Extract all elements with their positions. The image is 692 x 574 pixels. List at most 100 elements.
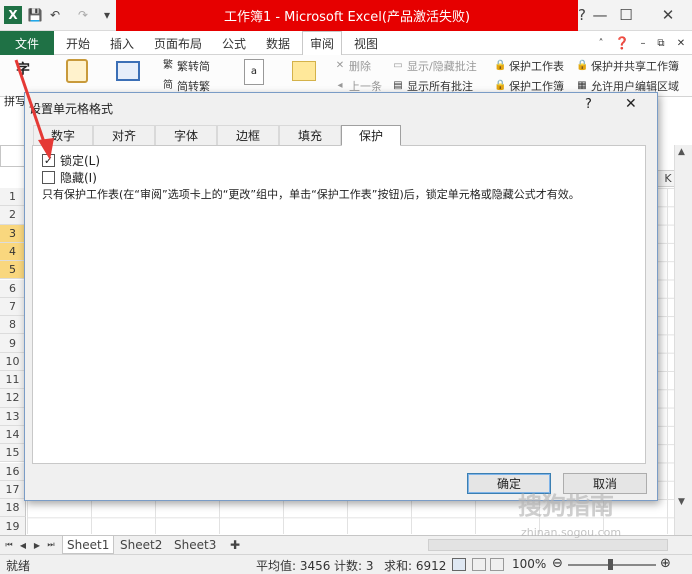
page-break-view-icon[interactable] — [490, 558, 504, 571]
zoom-out-icon[interactable]: ⊖ — [552, 556, 563, 571]
show-all-comments-icon: ▤ — [393, 80, 403, 91]
insert-sheet-icon[interactable]: ✚ — [226, 536, 244, 554]
ribbon-help-icon[interactable]: ❓ — [614, 31, 630, 55]
spelling-label: 拼写 — [4, 95, 26, 108]
row-header-17[interactable]: 17 — [0, 480, 26, 500]
dialog-tab-number[interactable]: 数字 — [33, 125, 93, 145]
new-comment-icon[interactable] — [292, 61, 316, 81]
tab-review[interactable]: 审阅 — [302, 31, 342, 56]
horizontal-scrollbar[interactable] — [428, 539, 668, 551]
tab-data[interactable]: 数据 — [260, 31, 296, 55]
show-hide-comment-button[interactable]: ▭ 显示/隐藏批注 — [392, 58, 476, 74]
tab-page-layout[interactable]: 页面布局 — [148, 31, 208, 55]
row-header-2[interactable]: 2 — [0, 206, 26, 225]
status-average: 平均值: 3456 — [256, 559, 331, 573]
watermark-logo: 搜狗指南 — [518, 492, 614, 520]
prev-sheet-icon[interactable]: ◀ — [18, 538, 28, 552]
row-header-8[interactable]: 8 — [0, 316, 26, 335]
row-header-16[interactable]: 16 — [0, 462, 26, 481]
spelling-button[interactable]: 字 — [16, 59, 30, 79]
row-header-7[interactable]: 7 — [0, 297, 26, 317]
previous-comment-icon: ◂ — [337, 80, 343, 91]
sheet-tab-2[interactable]: Sheet2 — [116, 536, 166, 554]
protection-panel: ✓ 锁定(L) 隐藏(I) 只有保护工作表(在“审阅”选项卡上的“更改”组中，单… — [32, 145, 646, 464]
ribbon-close-icon[interactable]: ✕ — [674, 31, 688, 55]
row-header-3[interactable]: 3 — [0, 224, 26, 243]
delete-comment-button[interactable]: ✕ 删除 — [334, 58, 371, 74]
row-header-19[interactable]: 19 — [0, 517, 26, 536]
dialog-help-icon[interactable]: ? — [585, 97, 592, 112]
vertical-scrollbar[interactable]: ▲ ▼ — [674, 145, 692, 535]
first-sheet-icon[interactable]: ⏮ — [4, 538, 14, 552]
normal-view-icon[interactable] — [452, 558, 466, 571]
dialog-tab-font[interactable]: 字体 — [155, 125, 217, 145]
row-header-11[interactable]: 11 — [0, 371, 26, 390]
row-header-10[interactable]: 10 — [0, 352, 26, 371]
tab-formulas[interactable]: 公式 — [216, 31, 252, 55]
tab-view[interactable]: 视图 — [348, 31, 384, 55]
tab-file[interactable]: 文件 — [0, 31, 54, 55]
tab-insert[interactable]: 插入 — [104, 31, 140, 55]
close-button[interactable]: ✕ — [648, 2, 688, 28]
row-header-5[interactable]: 5 — [0, 261, 26, 280]
ribbon-restore-icon[interactable]: ⧉ — [654, 31, 668, 55]
translate-icon[interactable]: a — [244, 59, 264, 85]
row-header-18[interactable]: 18 — [0, 499, 26, 518]
page-layout-view-icon[interactable] — [472, 558, 486, 571]
dialog-tab-protection[interactable]: 保护 — [341, 125, 401, 146]
excel-app-icon[interactable]: X — [4, 6, 22, 24]
undo-icon[interactable]: ↶ — [46, 6, 64, 24]
ribbon-minimize-icon[interactable]: – — [636, 31, 650, 55]
scroll-down-icon[interactable]: ▼ — [678, 497, 685, 507]
status-bar: 就绪 平均值: 3456 计数: 3 求和: 6912 100% ⊖ ⊕ — [0, 554, 692, 574]
protect-sheet-button[interactable]: 🔒 保护工作表 — [494, 58, 564, 74]
protect-share-button[interactable]: 🔒 保护并共享工作簿 — [576, 58, 679, 74]
locked-checkbox[interactable]: ✓ — [42, 154, 55, 167]
research-icon[interactable] — [66, 59, 88, 83]
title-bar: X 💾 ↶ ↷ ▾ 工作簿1 - Microsoft Excel(产品激活失败)… — [0, 0, 692, 31]
row-header-12[interactable]: 12 — [0, 389, 26, 408]
dialog-tab-fill[interactable]: 填充 — [279, 125, 341, 145]
protect-share-icon: 🔒 — [576, 60, 589, 71]
hidden-checkbox[interactable] — [42, 171, 55, 184]
trad-to-simp-button[interactable]: 繁繁转简 — [162, 58, 210, 74]
zoom-slider-handle[interactable] — [608, 559, 613, 570]
dialog-title: 设置单元格格式 — [29, 102, 114, 116]
thesaurus-icon[interactable] — [116, 61, 140, 81]
watermark-url: zhinan.sogou.com — [521, 526, 622, 539]
dialog-tab-border[interactable]: 边框 — [217, 125, 279, 145]
redo-icon[interactable]: ↷ — [74, 6, 92, 24]
status-count: 计数: 3 — [334, 559, 374, 573]
zoom-in-icon[interactable]: ⊕ — [660, 556, 671, 571]
customize-qat-icon[interactable]: ▾ — [98, 6, 116, 24]
zoom-level[interactable]: 100% — [512, 557, 546, 571]
dialog-close-icon[interactable]: ✕ — [625, 96, 637, 112]
row-header-4[interactable]: 4 — [0, 242, 26, 262]
row-header-6[interactable]: 6 — [0, 279, 26, 298]
row-header-1[interactable]: 1 — [0, 188, 26, 207]
status-sum: 求和: 6912 — [384, 559, 447, 573]
tab-home[interactable]: 开始 — [60, 31, 96, 55]
collapse-ribbon-icon[interactable]: ˄ — [594, 31, 608, 55]
last-sheet-icon[interactable]: ⏭ — [46, 538, 56, 552]
row-header-15[interactable]: 15 — [0, 444, 26, 463]
locked-label[interactable]: 锁定(L) — [60, 152, 100, 169]
delete-comment-icon: ✕ — [335, 60, 345, 71]
row-header-9[interactable]: 9 — [0, 334, 26, 353]
sheet-tab-1[interactable]: Sheet1 — [62, 536, 115, 554]
protect-sheet-icon: 🔒 — [494, 60, 507, 71]
show-hide-comment-icon: ▭ — [393, 60, 403, 71]
row-header-14[interactable]: 14 — [0, 425, 26, 445]
ribbon-tabs: 文件 开始 插入 页面布局 公式 数据 审阅 视图 ˄ ❓ – ⧉ ✕ — [0, 31, 692, 56]
hidden-label[interactable]: 隐藏(I) — [60, 169, 97, 186]
name-box[interactable] — [0, 145, 26, 167]
restore-button[interactable]: ☐ — [606, 2, 646, 28]
row-header-13[interactable]: 13 — [0, 407, 26, 426]
save-icon[interactable]: 💾 — [26, 6, 44, 24]
dialog-tab-alignment[interactable]: 对齐 — [93, 125, 155, 145]
next-sheet-icon[interactable]: ▶ — [32, 538, 42, 552]
trad-to-simp-icon: 繁 — [163, 60, 173, 71]
protection-note: 只有保护工作表(在“审阅”选项卡上的“更改”组中，单击“保护工作表”按钮)后，锁… — [42, 188, 580, 201]
sheet-tab-3[interactable]: Sheet3 — [170, 536, 220, 554]
scroll-up-icon[interactable]: ▲ — [678, 147, 685, 157]
